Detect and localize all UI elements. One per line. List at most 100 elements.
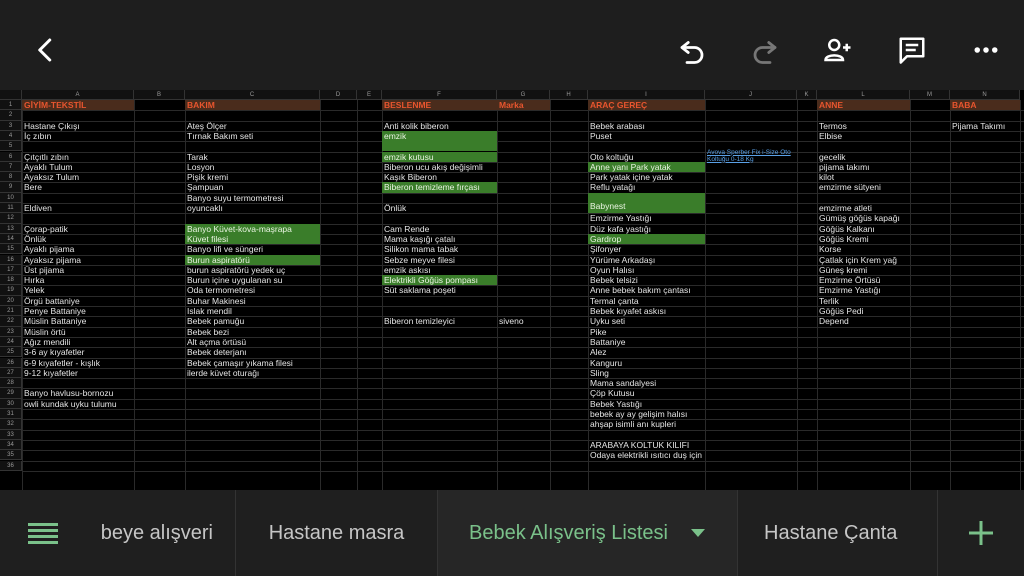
cell-a[interactable]: Eldiven [22, 203, 134, 213]
undo-button[interactable] [672, 30, 712, 70]
cell-a[interactable]: 9-12 kıyafetler [22, 368, 134, 378]
sheet-list-button[interactable] [0, 490, 86, 576]
cell-a[interactable]: Banyo havlusu-bornozu [22, 388, 134, 398]
cell-i[interactable]: Bebek arabası [588, 121, 705, 131]
column-header-l[interactable]: L [817, 90, 910, 100]
row-header-13[interactable]: 13 [0, 223, 22, 234]
row-header-26[interactable]: 26 [0, 357, 22, 368]
spreadsheet-grid[interactable]: A B C D E F G H I J K L M N 1 2 3 4 5 6 7 8 9 10 11 12 13 14 15 16 17 1… [0, 90, 1024, 490]
cell-c[interactable]: Bebek çamaşır yıkama filesi [185, 358, 320, 368]
cell-i[interactable]: Bebek Yastığı [588, 399, 705, 409]
cell-c[interactable]: Tarak [185, 152, 320, 162]
cell-i[interactable]: Park yatak içine yatak [588, 172, 705, 182]
row-header-12[interactable]: 12 [0, 213, 22, 224]
cell-i[interactable]: Battaniye [588, 337, 705, 347]
cell-a[interactable]: Hastane Çıkışı [22, 121, 134, 131]
back-button[interactable] [26, 30, 66, 70]
column-header-f[interactable]: F [382, 90, 497, 100]
cell-c[interactable]: Ateş Ölçer [185, 121, 320, 131]
cell-a[interactable]: 3-6 ay kıyafetler [22, 347, 134, 357]
cell-c[interactable]: Buhar Makinesi [185, 296, 320, 306]
cell-l[interactable]: Emzirme Örtüsü [817, 275, 910, 285]
cell-a[interactable]: Ayaksız pijama [22, 255, 134, 265]
cell-l[interactable]: gecelik [817, 152, 910, 162]
cell-f[interactable]: emzik askısı [382, 265, 497, 275]
redo-button[interactable] [745, 30, 785, 70]
cell-a[interactable]: Örgü battaniye [22, 296, 134, 306]
cell-l[interactable]: kilot [817, 172, 910, 182]
cell-c[interactable]: Bebek deterjanı [185, 347, 320, 357]
cell-i[interactable]: Puset [588, 131, 705, 141]
cell-c[interactable]: Bebek pamuğu [185, 316, 320, 326]
column-header-k[interactable]: K [797, 90, 817, 100]
tab-sheet-1[interactable]: beye alışveri [86, 490, 236, 576]
cell-i[interactable]: Emzirme Yastığı [588, 213, 705, 223]
row-header-8[interactable]: 8 [0, 172, 22, 183]
column-header-c[interactable]: C [185, 90, 320, 100]
cell-l[interactable]: emzirme atleti [817, 203, 910, 213]
cell-i[interactable]: Termal çanta [588, 296, 705, 306]
row-header-15[interactable]: 15 [0, 244, 22, 255]
cell-i[interactable]: Reflu yatağı [588, 182, 705, 192]
row-header-2[interactable]: 2 [0, 110, 22, 121]
cell-a[interactable]: Ayaklı pijama [22, 244, 134, 254]
cell-f[interactable]: Biberon temizleme fırçası [382, 182, 497, 193]
cell-l[interactable]: Göğüs Pedi [817, 306, 910, 316]
cell-c[interactable]: Şampuan [185, 182, 320, 192]
cell-l[interactable]: Depend [817, 316, 910, 326]
cell-f[interactable]: Önlük [382, 203, 497, 213]
cell-f[interactable]: Biberon ucu akış değişimli [382, 162, 497, 172]
comment-button[interactable] [892, 30, 932, 70]
cell-g[interactable]: siveno [497, 316, 550, 326]
cell-l[interactable]: emzirme sütyeni [817, 182, 910, 192]
cell-a[interactable]: Ayaksız Tulum [22, 172, 134, 182]
cell-f[interactable]: Mama kaşığı çatalı [382, 234, 497, 244]
row-header-23[interactable]: 23 [0, 326, 22, 337]
column-header-n[interactable]: N [950, 90, 1020, 100]
cell-i[interactable]: Şifonyer [588, 244, 705, 254]
cell-l[interactable]: pijama takımı [817, 162, 910, 172]
cell-c[interactable]: Pişik kremi [185, 172, 320, 182]
cell-a[interactable]: Çorap-patik [22, 224, 134, 234]
row-header-9[interactable]: 9 [0, 182, 22, 193]
row-header-34[interactable]: 34 [0, 439, 22, 451]
cell-c[interactable]: Banyo suyu termometresi [185, 193, 320, 203]
cell-i[interactable]: ARABAYA KOLTUK KILIFI [588, 440, 705, 450]
column-header-j[interactable]: J [705, 90, 797, 100]
cell-i[interactable]: Pike [588, 327, 705, 337]
cell-f[interactable]: Silikon mama tabak [382, 244, 497, 254]
column-header-m[interactable]: M [910, 90, 950, 100]
cell-c[interactable]: Banyo Küvet-kova-maşrapa [185, 223, 320, 234]
row-header-21[interactable]: 21 [0, 306, 22, 317]
row-header-31[interactable]: 31 [0, 409, 22, 420]
cell-i[interactable]: Anne yanı Park yatak [588, 161, 705, 173]
cell-a[interactable]: Önlük [22, 234, 134, 244]
header-bakim[interactable]: BAKIM [185, 100, 320, 111]
cell-a[interactable]: Müslin örtü [22, 327, 134, 337]
cell-f[interactable]: Süt saklama poşeti [382, 285, 497, 295]
cell-c[interactable]: Oda termometresi [185, 285, 320, 295]
row-header-18[interactable]: 18 [0, 275, 22, 286]
cell-c[interactable]: Bebek bezi [185, 327, 320, 337]
row-header-3[interactable]: 3 [0, 120, 22, 131]
cell-a[interactable]: owli kundak uyku tulumu [22, 399, 134, 409]
cell-l[interactable]: Termos [817, 121, 910, 131]
cell-l[interactable]: Çatlak için Krem yağ [817, 255, 910, 265]
tab-sheet-2[interactable]: Hastane masra [236, 490, 438, 576]
cell-i[interactable]: Düz kafa yastığı [588, 224, 705, 234]
cell-a[interactable]: Penye Battaniye [22, 306, 134, 316]
row-header-33[interactable]: 33 [0, 429, 22, 440]
row-header-6[interactable]: 6 [0, 151, 22, 162]
cell-a[interactable]: Üst pijama [22, 265, 134, 275]
row-header-5[interactable]: 5 [0, 141, 22, 152]
cell-i[interactable]: Yürüme Arkadaşı [588, 255, 705, 265]
row-header-20[interactable]: 20 [0, 295, 22, 306]
column-header-h[interactable]: H [550, 90, 588, 100]
cell-a[interactable]: İç zıbın [22, 131, 134, 141]
row-header-29[interactable]: 29 [0, 388, 22, 399]
header-beslenme[interactable]: BESLENME [382, 100, 497, 111]
cell-i[interactable]: Mama sandalyesi [588, 378, 705, 388]
row-header-14[interactable]: 14 [0, 233, 22, 245]
column-header-d[interactable]: D [320, 90, 357, 100]
tab-bebek-alisveris-listesi[interactable]: Bebek Alışveriş Listesi [438, 490, 738, 576]
